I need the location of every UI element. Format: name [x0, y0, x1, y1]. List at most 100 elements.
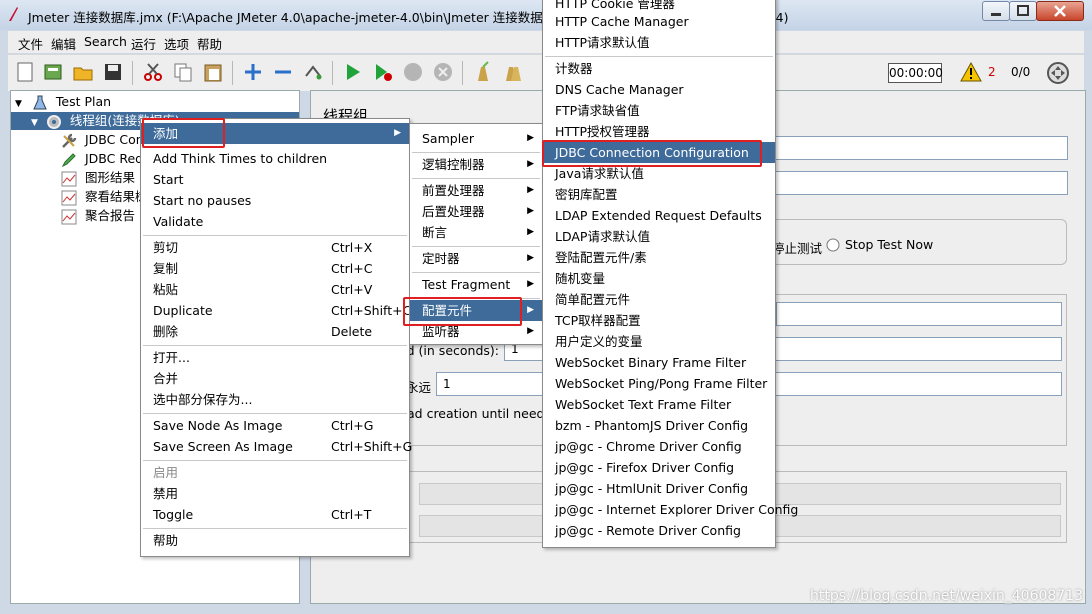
- toggle-icon[interactable]: [302, 61, 324, 83]
- clear-icon[interactable]: [472, 61, 494, 83]
- config-dns-cache-manager[interactable]: DNS Cache Manager: [543, 79, 775, 100]
- graph-icon: [61, 171, 77, 186]
- submenu-timer[interactable]: 定时器 ▶: [410, 248, 542, 269]
- highlight-add: [142, 118, 225, 148]
- submenu-logic-controller[interactable]: 逻辑控制器 ▶: [410, 154, 542, 175]
- config-element-submenu: HTTP Cookie 管理器 HTTP Cache Manager HTTP请…: [542, 0, 798, 548]
- close-button[interactable]: [1036, 1, 1084, 21]
- menu-item-save-screen-image[interactable]: Save Screen As Image Ctrl+Shift+G: [141, 436, 412, 457]
- config-ldap-extended-defaults[interactable]: LDAP Extended Request Defaults: [543, 205, 775, 226]
- config-http-request-defaults[interactable]: HTTP请求默认值: [543, 32, 775, 53]
- collapse-icon[interactable]: [272, 61, 294, 83]
- comments-field[interactable]: [766, 171, 1068, 195]
- start-icon[interactable]: [342, 61, 364, 83]
- config-tcp-sampler-config[interactable]: TCP取样器配置: [543, 310, 775, 331]
- warning-icon[interactable]: [960, 62, 982, 82]
- active-threads: 0/0: [1011, 65, 1031, 79]
- menu-item-toggle[interactable]: Toggle Ctrl+T: [141, 504, 409, 525]
- menu-edit[interactable]: 编辑: [51, 34, 76, 53]
- warning-count: 2: [988, 65, 996, 79]
- menu-options[interactable]: 选项: [164, 34, 189, 53]
- gear-icon: [46, 114, 61, 129]
- minimize-button[interactable]: [982, 1, 1010, 21]
- minimize-icon: [991, 13, 1001, 16]
- stop-test-label: 停止测试: [772, 241, 823, 256]
- menu-item-copy[interactable]: 复制 Ctrl+C: [141, 258, 409, 279]
- copy-icon[interactable]: [172, 61, 194, 83]
- new-icon[interactable]: [14, 61, 36, 83]
- delay-thread-label: ad creation until needed: [407, 406, 561, 421]
- menu-item-open[interactable]: 打开...: [141, 347, 409, 368]
- menu-help[interactable]: 帮助: [197, 34, 222, 53]
- config-login-config[interactable]: 登陆配置元件/素: [543, 247, 775, 268]
- elapsed-timer: 00:00:00: [888, 63, 943, 83]
- clear-all-icon[interactable]: [502, 61, 524, 83]
- config-websocket-binary-filter[interactable]: WebSocket Binary Frame Filter: [543, 352, 775, 373]
- submenu-post-processor[interactable]: 后置处理器 ▶: [410, 201, 542, 222]
- menu-item-add-think-times[interactable]: Add Think Times to children: [141, 148, 409, 169]
- menu-run[interactable]: 运行: [131, 34, 156, 53]
- config-keystore[interactable]: 密钥库配置: [543, 184, 775, 205]
- menu-item-disable[interactable]: 禁用: [141, 483, 409, 504]
- paste-icon[interactable]: [202, 61, 224, 83]
- menu-item-validate[interactable]: Validate: [141, 211, 409, 232]
- menu-item-help[interactable]: 帮助: [141, 530, 409, 551]
- maximize-button[interactable]: [1009, 1, 1037, 21]
- stop-icon[interactable]: [402, 61, 424, 83]
- submenu-pre-processor[interactable]: 前置处理器 ▶: [410, 180, 542, 201]
- tree-node-results-tree[interactable]: 察看结果树: [61, 188, 148, 206]
- config-ie-driver[interactable]: jp@gc - Internet Explorer Driver Config: [543, 499, 798, 520]
- config-counter[interactable]: 计数器: [543, 58, 775, 79]
- config-simple-config[interactable]: 简单配置元件: [543, 289, 775, 310]
- config-phantomjs-driver[interactable]: bzm - PhantomJS Driver Config: [543, 415, 775, 436]
- name-field[interactable]: [766, 136, 1068, 160]
- submenu-test-fragment[interactable]: Test Fragment ▶: [410, 274, 542, 295]
- test-plan-icon: [33, 95, 47, 109]
- config-websocket-text-filter[interactable]: WebSocket Text Frame Filter: [543, 394, 775, 415]
- config-firefox-driver[interactable]: jp@gc - Firefox Driver Config: [543, 457, 775, 478]
- submenu-sampler[interactable]: Sampler ▶: [410, 128, 542, 149]
- templates-icon[interactable]: [42, 61, 64, 83]
- tree-node-test-plan[interactable]: ▼ Test Plan: [15, 93, 111, 111]
- config-ldap-request-defaults[interactable]: LDAP请求默认值: [543, 226, 775, 247]
- config-htmlunit-driver[interactable]: jp@gc - HtmlUnit Driver Config: [543, 478, 775, 499]
- menu-item-save-node-image[interactable]: Save Node As Image Ctrl+G: [141, 415, 409, 436]
- config-user-defined-variables[interactable]: 用户定义的变量: [543, 331, 775, 352]
- menu-item-paste[interactable]: 粘贴 Ctrl+V: [141, 279, 409, 300]
- menu-item-merge[interactable]: 合并: [141, 368, 409, 389]
- menu-file[interactable]: 文件: [18, 34, 43, 53]
- menu-item-save-selection-as[interactable]: 选中部分保存为...: [141, 389, 409, 410]
- threads-field[interactable]: [776, 302, 1062, 326]
- menu-item-start-no-pauses[interactable]: Start no pauses: [141, 190, 409, 211]
- highlight-config-element: [403, 297, 522, 326]
- menu-item-delete[interactable]: 删除 Delete: [141, 321, 409, 342]
- save-icon[interactable]: [102, 61, 124, 83]
- stop-test-now-radio[interactable]: [826, 238, 840, 252]
- config-ftp-request-defaults[interactable]: FTP请求缺省值: [543, 100, 775, 121]
- config-random-variable[interactable]: 随机变量: [543, 268, 775, 289]
- config-http-authorization-manager[interactable]: HTTP授权管理器: [543, 121, 775, 142]
- menu-item-duplicate[interactable]: Duplicate Ctrl+Shift+C: [141, 300, 411, 321]
- menu-item-cut[interactable]: 剪切 Ctrl+X: [141, 237, 409, 258]
- menu-item-start[interactable]: Start: [141, 169, 409, 190]
- highlight-jdbc-config: [542, 140, 762, 167]
- maximize-icon: [1017, 5, 1029, 16]
- config-http-cache-manager[interactable]: HTTP Cache Manager: [543, 11, 775, 32]
- shutdown-icon[interactable]: [432, 61, 454, 83]
- graph-icon: [61, 190, 77, 205]
- submenu-assertion[interactable]: 断言 ▶: [410, 222, 542, 243]
- tree-node-graph-results[interactable]: 图形结果: [61, 169, 135, 187]
- menu-search[interactable]: Search: [84, 34, 127, 49]
- tree-node-aggregate-report[interactable]: 聚合报告: [61, 207, 135, 225]
- stop-test-now-label: Stop Test Now: [845, 237, 934, 252]
- config-websocket-ping-pong-filter[interactable]: WebSocket Ping/Pong Frame Filter: [543, 373, 775, 394]
- expand-icon[interactable]: [242, 61, 264, 83]
- start-no-pauses-icon[interactable]: [372, 61, 394, 83]
- cut-icon[interactable]: [142, 61, 164, 83]
- watermark: https://blog.csdn.net/weixin_40608713: [810, 588, 1084, 604]
- config-remote-driver[interactable]: jp@gc - Remote Driver Config: [543, 520, 775, 541]
- config-chrome-driver[interactable]: jp@gc - Chrome Driver Config: [543, 436, 775, 457]
- wrench-icon: [62, 133, 77, 148]
- open-icon[interactable]: [72, 61, 94, 83]
- remote-icon[interactable]: [1046, 61, 1070, 85]
